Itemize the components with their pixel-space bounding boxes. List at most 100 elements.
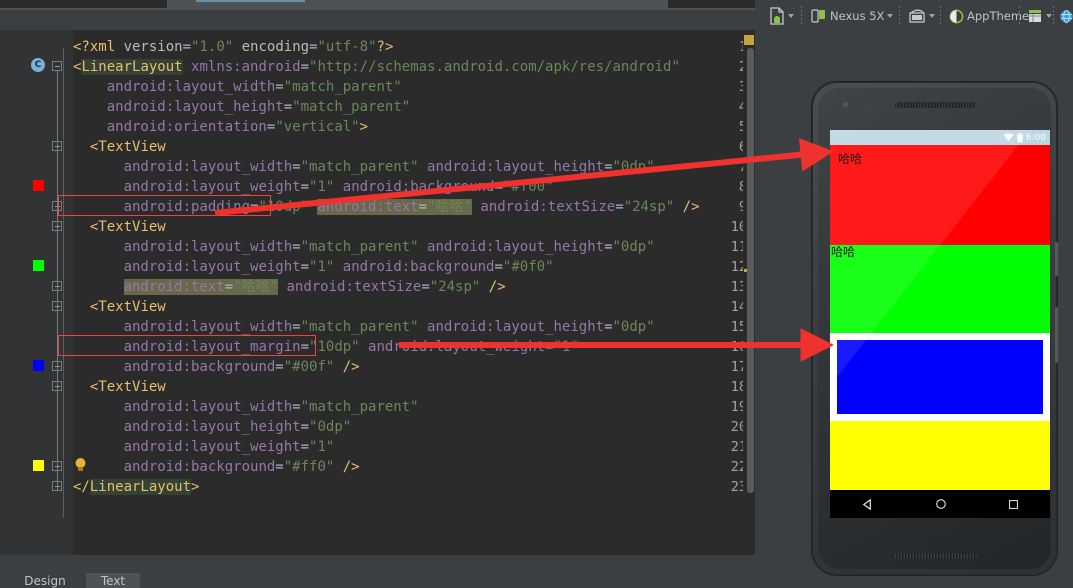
code-line[interactable]: android:layout_width="match_parent" andr… [73, 157, 655, 177]
code-line[interactable]: android:layout_margin="10dp" android:lay… [73, 337, 579, 357]
code-token: = [418, 199, 428, 215]
code-line[interactable]: android:layout_width="match_parent" andr… [73, 237, 655, 257]
theme-selector[interactable]: AppTheme [949, 5, 1029, 27]
fold-marker[interactable] [52, 61, 63, 72]
color-swatch-yellow[interactable] [33, 460, 44, 471]
nav-home-icon[interactable] [935, 498, 947, 510]
code-token: "0dp" [612, 239, 655, 255]
code-token: android:padding [123, 199, 251, 215]
code-token: "http://schemas.android.com/apk/res/andr… [309, 59, 680, 75]
editor-gutter[interactable] [0, 30, 48, 555]
code-token: "0dp" [612, 159, 655, 175]
fold-marker[interactable] [52, 281, 63, 292]
tab-design[interactable]: Design [8, 573, 82, 588]
front-camera-icon [843, 102, 848, 107]
fold-marker[interactable] [52, 361, 63, 372]
orientation-selector[interactable] [908, 5, 935, 27]
device-screen[interactable]: 6:00 哈哈 哈哈 [830, 130, 1050, 518]
fold-marker[interactable] [52, 221, 63, 232]
locale-selector[interactable] [1059, 5, 1073, 27]
code-line[interactable]: android:layout_height="0dp" [73, 417, 352, 437]
code-line[interactable]: android:layout_width="match_parent" andr… [73, 317, 655, 337]
editor-tab-inactive-right[interactable] [668, 0, 755, 8]
code-token: android:layout_height [427, 159, 605, 175]
code-token: android:layout_weight [123, 179, 301, 195]
fold-marker[interactable] [52, 481, 63, 492]
red-textview[interactable]: 哈哈 [830, 145, 1050, 245]
code-editor[interactable]: 1234567891011121314151617181920212223 C … [0, 30, 755, 555]
code-token: "match_parent" [300, 399, 419, 415]
fold-marker[interactable] [52, 201, 63, 212]
preview-toolbar[interactable]: Nexus 5X AppTheme [755, 0, 1073, 33]
color-swatch-red[interactable] [33, 180, 44, 191]
preview-zoom-toolbar[interactable]: 1:1 [755, 33, 1073, 95]
fold-marker[interactable] [52, 381, 63, 392]
device-label: Nexus 5X [830, 9, 885, 23]
android-nav-bar[interactable] [830, 490, 1050, 518]
layout-file-selector[interactable] [769, 5, 794, 27]
gutter-divider [63, 48, 64, 518]
yellow-textview[interactable] [830, 421, 1050, 490]
class-marker-icon[interactable]: C [31, 58, 45, 72]
code-token: encoding [241, 39, 310, 55]
code-token: "utf-8" [317, 39, 377, 55]
blue-textview[interactable] [830, 333, 1050, 421]
api-level-selector[interactable] [1027, 5, 1052, 27]
code-line[interactable]: android:text="哈哈" android:textSize="24sp… [73, 277, 506, 297]
device-icon [811, 9, 825, 23]
code-line[interactable]: <?xml version="1.0" encoding="utf-8"?> [73, 37, 393, 57]
code-line[interactable]: android:layout_width="match_parent" [73, 397, 419, 417]
code-line[interactable]: android:background="#00f" /> [73, 357, 360, 377]
code-token: = [292, 319, 301, 335]
editor-tab-bar[interactable] [0, 0, 755, 10]
fold-marker[interactable] [52, 301, 63, 312]
code-line[interactable]: <TextView [73, 377, 166, 397]
warning-stripe-marker[interactable] [744, 35, 754, 45]
code-line[interactable]: <LinearLayout xmlns:android="http://sche… [73, 57, 680, 77]
code-token: /> [488, 279, 506, 295]
code-line[interactable]: android:layout_width="match_parent" [73, 77, 402, 97]
editor-hscroll-zone [0, 555, 755, 573]
code-line[interactable]: android:padding="10dp" android:text="哈哈"… [73, 197, 700, 217]
device-selector[interactable]: Nexus 5X [811, 5, 894, 27]
code-line[interactable]: <TextView [73, 297, 166, 317]
code-line[interactable]: android:layout_height="match_parent" [73, 97, 410, 117]
tab-text[interactable]: Text [86, 573, 140, 588]
code-token: /> [342, 359, 360, 375]
color-swatch-blue[interactable] [33, 360, 44, 371]
code-token: "1.0" [191, 39, 234, 55]
fold-marker[interactable] [52, 141, 63, 152]
editor-tab-active[interactable] [196, 0, 305, 8]
preview-render-area[interactable]: 6:00 哈哈 哈哈 [755, 63, 1073, 588]
color-swatch-green[interactable] [33, 260, 44, 271]
fold-marker[interactable] [52, 461, 63, 472]
fold-rail [56, 71, 58, 491]
editor-fold-gutter[interactable] [48, 30, 73, 555]
nav-recents-icon[interactable] [1008, 499, 1019, 510]
chevron-down-icon [788, 14, 794, 18]
green-textview[interactable]: 哈哈 [830, 245, 1050, 333]
code-line[interactable]: <TextView [73, 217, 166, 237]
code-line[interactable]: </LinearLayout> [73, 477, 199, 497]
api-version-icon [1029, 10, 1041, 22]
power-button [1055, 242, 1058, 276]
code-line[interactable]: android:layout_weight="1" [73, 437, 335, 457]
nav-back-icon[interactable] [861, 498, 874, 511]
code-line[interactable]: android:layout_weight="1" android:backgr… [73, 257, 554, 277]
code-line[interactable]: android:layout_weight="1" android:backgr… [73, 177, 554, 197]
editor-tab-inactive-left[interactable] [0, 0, 167, 8]
code-line[interactable]: android:background="#ff0" /> [73, 457, 360, 477]
editor-vertical-scrollbar[interactable] [747, 48, 754, 493]
design-text-tab-strip[interactable]: Design Text [0, 573, 755, 588]
code-line[interactable]: <TextView [73, 137, 166, 157]
code-line[interactable]: android:orientation="vertical"> [73, 117, 368, 137]
code-text-area[interactable]: <?xml version="1.0" encoding="utf-8"?> <L… [73, 30, 743, 555]
